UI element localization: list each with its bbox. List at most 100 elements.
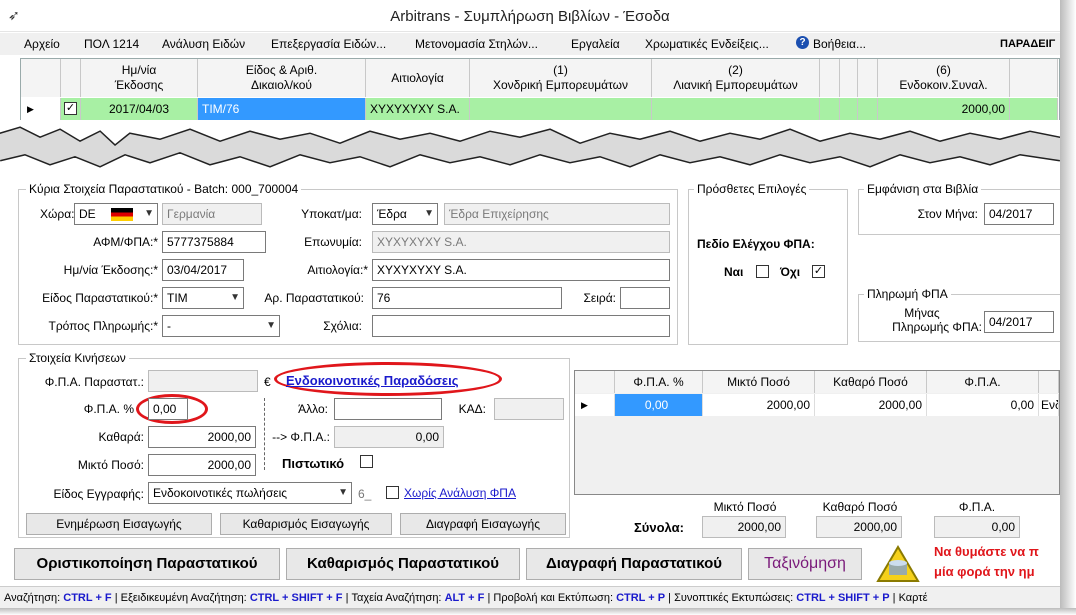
status-card-label: Καρτέ [898,592,928,604]
grid-header-col [1010,59,1058,97]
kad-label: ΚΑΔ: [458,402,486,416]
branch-name-field: Έδρα Επιχείρησης [444,203,670,225]
menu-file[interactable]: Αρχείο [24,37,60,51]
help-icon: ? [796,36,809,49]
row-cell[interactable] [840,98,858,120]
vat-row-net[interactable]: 2000,00 [815,394,927,416]
grid-header-wholesale[interactable]: (1) Χονδρική Εμπορευμάτων [470,59,652,97]
row-wholesale[interactable] [470,98,652,120]
totals-net-field: 2000,00 [816,516,902,538]
no-analysis-link[interactable]: Χωρίς Ανάλυση ΦΠΑ [404,486,516,500]
vat-percent-input[interactable]: 0,00 [148,398,188,420]
row-cell[interactable] [820,98,840,120]
finalize-document-button[interactable]: Οριστικοποίηση Παραστατικού [14,548,280,580]
net-label: Καθαρά: [98,430,144,444]
doc-number-label: Αρ. Παραστατικού: [264,291,364,305]
vat-row-indicator-icon: ▶ [575,394,615,416]
issue-date-label: Ημ/νία Έκδοσης:* [63,263,158,277]
main-info-group-title: Κύρια Στοιχεία Παραστατικού - Batch: 000… [26,182,302,196]
row-cell[interactable] [858,98,878,120]
vat-grid-header-vat-pct[interactable]: Φ.Π.Α. % [615,371,703,393]
vat-row-vat[interactable]: 0,00 [927,394,1039,416]
doc-type-dropdown[interactable]: TIM ▼ [162,287,244,309]
yes-checkbox[interactable] [756,265,769,278]
status-quick-search-label: Ταχεία Αναζήτηση: [351,592,442,604]
reason-label: Αιτιολογία:* [307,263,368,277]
status-search-label: Αναζήτηση: [4,592,61,604]
menu-color-indications[interactable]: Χρωματικές Ενδείξεις... [645,37,769,51]
vat-row-extra[interactable]: Ενδ [1039,394,1059,416]
grid-header-indicator [21,59,61,97]
grid-header-col [858,59,878,97]
grid-header-doc[interactable]: Είδος & Αριθ. Δικαιολ/κού [198,59,366,97]
sort-button[interactable]: Ταξινόμηση [748,548,862,580]
other-input[interactable] [334,398,442,420]
delete-entry-button[interactable]: Διαγραφή Εισαγωγής [400,513,566,535]
grid-header-retail[interactable]: (2) Λιανική Εμπορευμάτων [652,59,820,97]
series-input[interactable] [620,287,670,309]
payment-method-dropdown[interactable]: - ▼ [162,315,280,337]
row-checkbox[interactable]: ✓ [61,98,81,120]
movements-group-title: Στοιχεία Κινήσεων [26,351,129,365]
reminder-line-1: Να θυμάστε να π [934,544,1039,559]
net-input[interactable]: 2000,00 [148,426,256,448]
menu-rename-columns[interactable]: Μετονομασία Στηλών... [415,37,538,51]
chevron-down-icon: ▼ [266,320,276,331]
clear-document-button[interactable]: Καθαρισμός Παραστατικού [286,548,520,580]
row-date[interactable]: 2017/04/03 [81,98,198,120]
vat-check-label: Πεδίο Ελέγχου ΦΠΑ: [697,237,815,251]
row-retail[interactable] [652,98,820,120]
vat-payment-month-input[interactable]: 04/2017 [984,311,1054,333]
no-checkbox[interactable]: ✓ [812,265,825,278]
comments-label: Σχόλια: [323,319,362,333]
status-summary-key: CTRL + SHIFT + P [796,592,890,604]
grid-header-reason[interactable]: Αιτιολογία [366,59,470,97]
row-doc[interactable]: TIM/76 [198,98,366,120]
grid-header-intracommunity[interactable]: (6) Ενδοκοιν.Συναλ. [878,59,1010,97]
status-advanced-search-key: CTRL + SHIFT + F [249,592,343,604]
menu-example[interactable]: ΠΑΡΑΔΕΙΓ [1000,38,1055,50]
euro-icon: € [264,375,271,389]
reason-input[interactable]: XYXYXYXY S.A. [372,259,670,281]
menu-pol1214[interactable]: ΠΟΛ 1214 [84,37,139,51]
vat-number-label: ΑΦΜ/ΦΠΑ:* [93,235,158,249]
branch-dropdown[interactable]: Έδρα ▼ [372,203,438,225]
row-reason[interactable]: XYXYXYXY S.A. [366,98,470,120]
menu-help[interactable]: Βοήθεια... [813,37,866,51]
vat-grid-header-net[interactable]: Καθαρό Ποσό [815,371,927,393]
menu-edit-items[interactable]: Επεξεργασία Ειδών... [271,37,386,51]
payment-method-label: Τρόπος Πληρωμής:* [48,319,158,333]
delete-document-button[interactable]: Διαγραφή Παραστατικού [526,548,742,580]
doc-vat-field [148,370,258,392]
vat-row-pct[interactable]: 0,00 [615,394,703,416]
grid-header-date[interactable]: Ημ/νία Έκδοσης [81,59,198,97]
menu-item-analysis[interactable]: Ανάλυση Ειδών [162,37,245,51]
vat-grid-header-vat[interactable]: Φ.Π.Α. [927,371,1039,393]
vat-grid-header-gross[interactable]: Μικτό Ποσό [703,371,815,393]
grid-header-check [61,59,81,97]
window-shadow [0,608,1076,615]
no-analysis-checkbox[interactable] [386,486,399,499]
doc-vat-label: Φ.Π.Α. Παραστατ.: [44,375,144,389]
clear-entry-button[interactable]: Καθαρισμός Εισαγωγής [220,513,392,535]
menu-tools[interactable]: Εργαλεία [571,37,620,51]
vat-row-gross[interactable]: 2000,00 [703,394,815,416]
comments-input[interactable] [372,315,670,337]
credit-checkbox[interactable] [360,455,373,468]
vat-percent-label: Φ.Π.Α. % [83,402,134,416]
country-label: Χώρα: [40,207,75,221]
company-name-field: XYXYXYXY S.A. [372,231,670,253]
country-dropdown[interactable]: DE ▼ [74,203,158,225]
reminder-line-2: μία φορά την ημ [934,564,1035,579]
row-intracommunity[interactable]: 2000,00 [878,98,1010,120]
chevron-down-icon: ▼ [338,487,348,498]
month-input[interactable]: 04/2017 [984,203,1054,225]
row-cell[interactable] [1010,98,1058,120]
issue-date-input[interactable]: 03/04/2017 [162,259,244,281]
update-entry-button[interactable]: Ενημέρωση Εισαγωγής [26,513,212,535]
gross-input[interactable]: 2000,00 [148,454,256,476]
doc-number-input[interactable]: 76 [372,287,562,309]
vat-number-input[interactable]: 5777375884 [162,231,266,253]
intracommunity-deliveries-link[interactable]: Ενδοκοινοτικές Παραδόσεις [286,373,458,388]
entry-type-dropdown[interactable]: Ενδοκοινοτικές πωλήσεις ▼ [148,482,352,504]
